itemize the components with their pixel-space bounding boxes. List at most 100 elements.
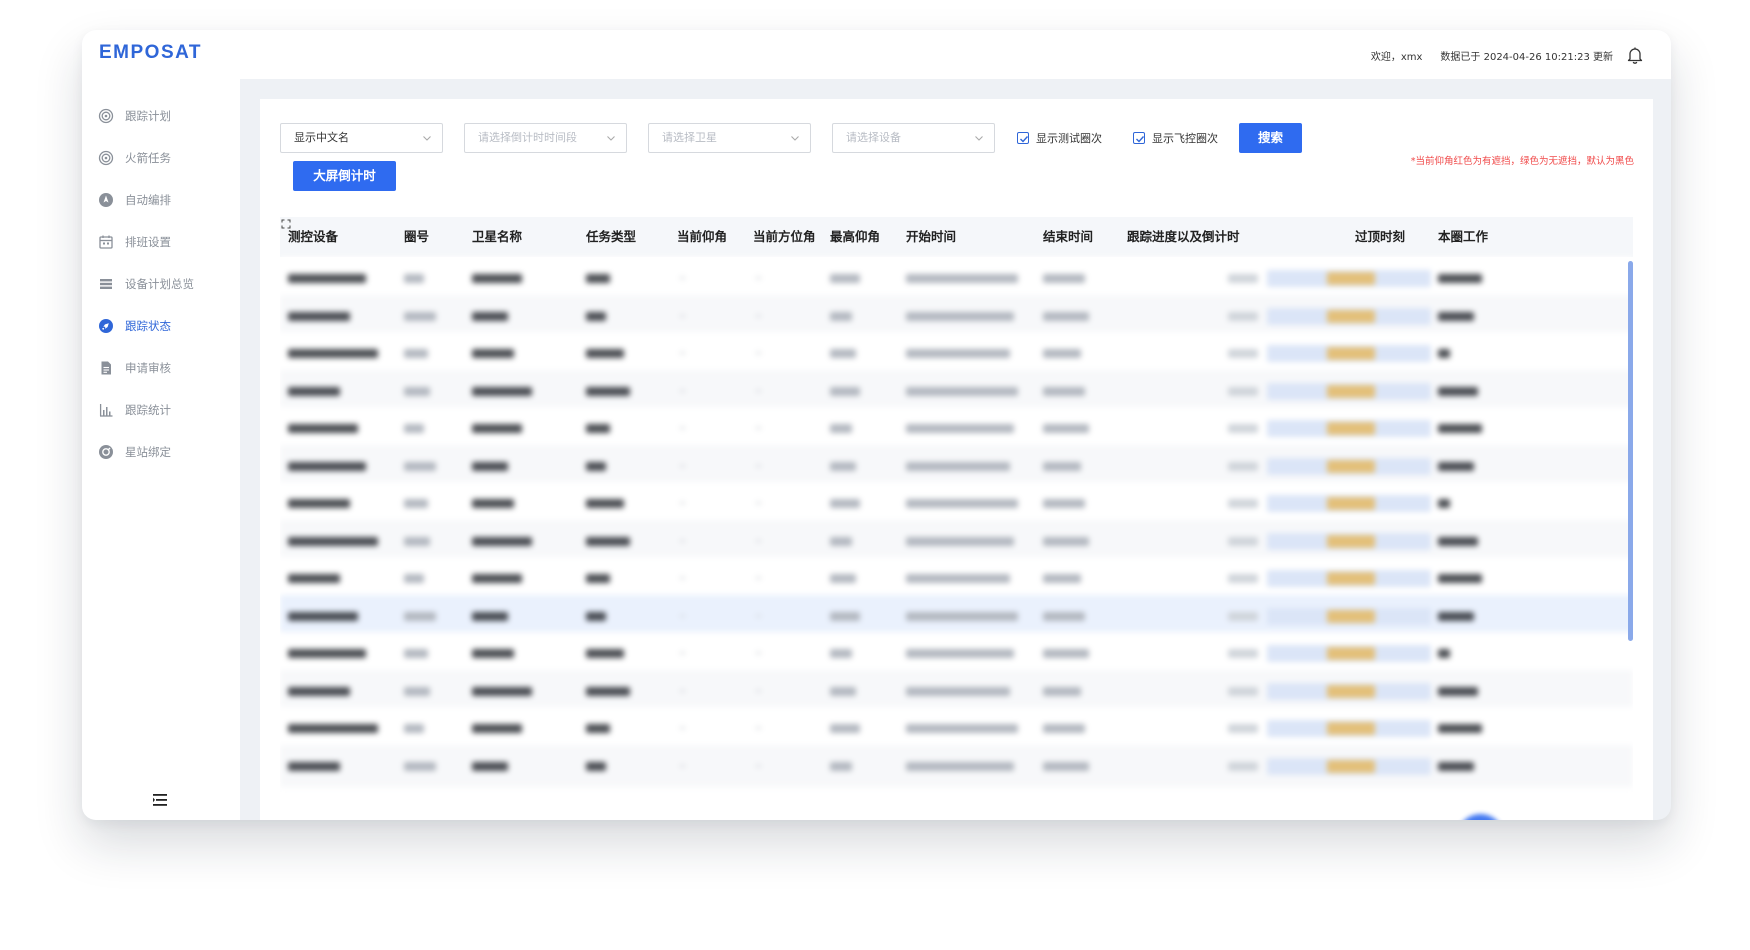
column-header[interactable]: 测控设备 (288, 217, 338, 257)
table-cell (906, 686, 1010, 696)
table-cell (680, 577, 685, 579)
sidebar-item-auto-schedule[interactable]: 自动编排 (98, 189, 171, 211)
countdown-text (1228, 274, 1258, 283)
countdown-text (1228, 424, 1258, 433)
sidebar-item-tracking-status[interactable]: 跟踪状态 (98, 315, 171, 337)
table-cell (288, 461, 366, 471)
table-cell (680, 352, 685, 354)
table-cell (404, 424, 424, 433)
satellite-placeholder: 请选择卫星 (662, 131, 717, 144)
floating-action-button[interactable] (1457, 814, 1504, 820)
table-cell (756, 389, 761, 392)
sidebar-item-label: 跟踪计划 (125, 109, 171, 123)
column-header[interactable]: 过顶时刻 (1355, 217, 1405, 257)
device-select[interactable]: 请选择设备 (832, 123, 995, 153)
column-header[interactable]: 当前方位角 (753, 217, 816, 257)
tracking-progress-bar (1267, 532, 1431, 550)
sidebar-item-tracking-stats[interactable]: 跟踪统计 (98, 399, 171, 421)
table-cell (680, 427, 685, 429)
menu-collapse-icon[interactable] (152, 792, 168, 806)
sidebar-item-station-binding[interactable]: 星站绑定 (98, 441, 171, 463)
table-row[interactable] (280, 482, 1633, 524)
table-cell (830, 536, 852, 546)
brand-logo[interactable]: EMPOSAT (99, 42, 202, 64)
countdown-period-select[interactable]: 请选择倒计时时间段 (464, 123, 627, 153)
column-header[interactable]: 跟踪进度以及倒计时 (1127, 217, 1240, 257)
app-window: EMPOSAT 欢迎，xmx 数据已于 2024-04-26 10:21:23 … (82, 30, 1671, 820)
sidebar-item-application-review[interactable]: 申请审核 (98, 357, 171, 379)
show-test-checkbox[interactable]: 显示测试圈次 (1017, 130, 1102, 146)
table-cell (756, 727, 761, 729)
sidebar-item-device-overview[interactable]: 设备计划总览 (98, 273, 194, 295)
table-cell (288, 649, 366, 658)
show-flight-checkbox[interactable]: 显示飞控圈次 (1133, 130, 1218, 146)
language-select[interactable]: 显示中文名 (280, 123, 443, 153)
table-cell (906, 349, 1010, 358)
table-row[interactable] (280, 257, 1633, 299)
table-row[interactable] (280, 444, 1633, 487)
table-cell (586, 461, 606, 471)
column-header[interactable]: 圈号 (404, 217, 429, 257)
table-cell (906, 386, 1018, 396)
column-header[interactable]: 开始时间 (906, 217, 956, 257)
table-cell (288, 349, 378, 358)
table-cell (472, 686, 532, 696)
sidebar-item-rocket-mission[interactable]: 火箭任务 (98, 147, 171, 169)
table-cell (756, 314, 761, 317)
table-cell (1043, 761, 1089, 771)
table-cell (288, 499, 350, 508)
countdown-text (1228, 611, 1258, 621)
table-cell (472, 499, 514, 508)
table-cell (472, 311, 508, 321)
search-button[interactable]: 搜索 (1239, 123, 1302, 153)
table-row[interactable] (280, 519, 1633, 562)
countdown-text (1228, 311, 1258, 321)
column-header[interactable]: 卫星名称 (472, 217, 522, 257)
table-cell (1438, 761, 1474, 771)
sidebar: 跟踪计划 火箭任务 自动编排 排班设置 设备计划总览 跟踪状态 申请审核 跟踪统… (82, 79, 240, 820)
column-header[interactable]: 当前仰角 (677, 217, 727, 257)
table-scrollbar[interactable] (1628, 261, 1633, 641)
tracking-progress-fill (1327, 459, 1375, 473)
checkbox-checked-icon (1133, 132, 1145, 144)
table-cell (472, 761, 508, 771)
table-cell (586, 611, 606, 621)
table-cell (586, 724, 610, 733)
table-cell (906, 461, 1010, 471)
table-row[interactable] (280, 369, 1633, 412)
column-header[interactable]: 最高仰角 (830, 217, 880, 257)
column-header[interactable]: 任务类型 (586, 217, 636, 257)
sidebar-item-tracking-plan[interactable]: 跟踪计划 (98, 105, 171, 127)
table-cell (1043, 724, 1085, 733)
table-row[interactable] (280, 407, 1633, 449)
table-cell (1043, 311, 1089, 321)
table-row[interactable] (280, 707, 1633, 749)
table-row[interactable] (280, 632, 1633, 674)
table-cell (830, 311, 852, 321)
table-row[interactable] (280, 332, 1633, 374)
sidebar-item-shift-settings[interactable]: 排班设置 (98, 231, 171, 253)
table-cell (404, 349, 428, 358)
table-row[interactable] (280, 594, 1633, 637)
tracking-progress-bar (1267, 682, 1431, 700)
target-icon (98, 150, 114, 166)
table-cell (756, 764, 761, 767)
table-cell (288, 274, 366, 283)
rocket-icon (98, 318, 114, 334)
column-header[interactable]: 本圈工作 (1438, 217, 1488, 257)
column-header[interactable]: 结束时间 (1043, 217, 1093, 257)
big-screen-countdown-button[interactable]: 大屏倒计时 (293, 161, 396, 191)
table-cell (756, 614, 761, 617)
table-row[interactable] (280, 744, 1633, 787)
table-cell (404, 574, 424, 583)
tracking-progress-bar (1267, 570, 1431, 587)
chevron-down-icon (975, 136, 983, 141)
table-cell (586, 311, 606, 321)
table-row[interactable] (280, 294, 1633, 337)
table-row[interactable] (280, 669, 1633, 712)
table-row[interactable] (280, 557, 1633, 599)
bell-icon[interactable] (1625, 45, 1645, 65)
satellite-select[interactable]: 请选择卫星 (648, 123, 811, 153)
list-icon (98, 276, 114, 292)
table-cell (680, 689, 685, 692)
